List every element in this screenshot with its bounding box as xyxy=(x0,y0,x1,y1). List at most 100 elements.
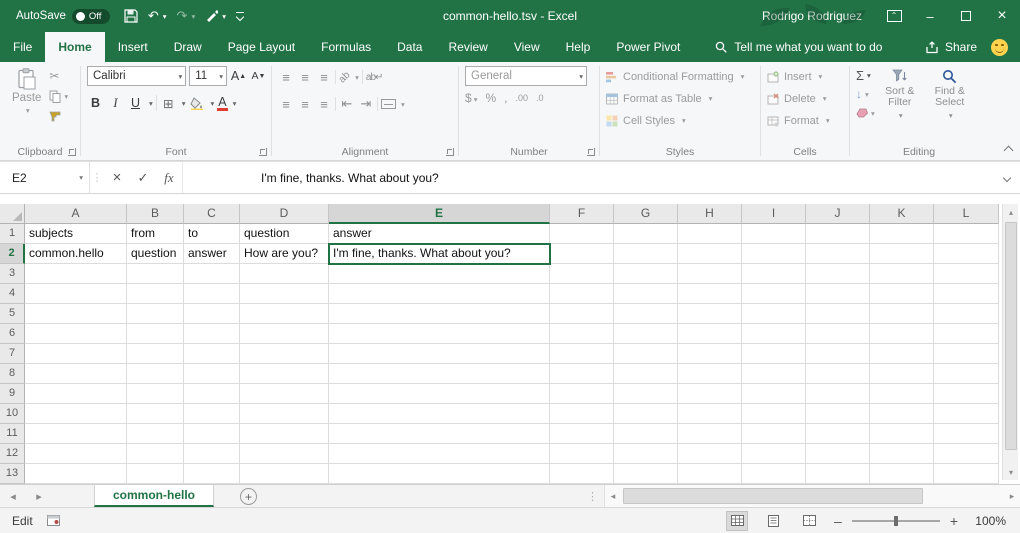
cell-C8[interactable] xyxy=(184,364,240,384)
cell-C10[interactable] xyxy=(184,404,240,424)
cell-E12[interactable] xyxy=(329,444,550,464)
col-header-B[interactable]: B xyxy=(127,204,184,224)
cell-A10[interactable] xyxy=(25,404,127,424)
page-break-preview-button[interactable] xyxy=(798,511,820,531)
cell-I13[interactable] xyxy=(742,464,806,484)
cell-E13[interactable] xyxy=(329,464,550,484)
tab-help[interactable]: Help xyxy=(553,32,604,62)
cell-D5[interactable] xyxy=(240,304,329,324)
normal-view-button[interactable] xyxy=(726,511,748,531)
tell-me-search[interactable]: Tell me what you want to do xyxy=(715,32,882,62)
cell-G10[interactable] xyxy=(614,404,678,424)
cell-A12[interactable] xyxy=(25,444,127,464)
cell-H5[interactable] xyxy=(678,304,742,324)
cell-I1[interactable] xyxy=(742,224,806,244)
cell-I2[interactable] xyxy=(742,244,806,264)
cell-F5[interactable] xyxy=(550,304,614,324)
number-format-select[interactable]: General▾ xyxy=(465,66,587,86)
cell-F12[interactable] xyxy=(550,444,614,464)
borders-dropdown-icon[interactable]: ▾ xyxy=(182,99,186,108)
format-as-table-button[interactable]: Format as Table ▾ xyxy=(606,88,756,109)
cell-G11[interactable] xyxy=(614,424,678,444)
cell-styles-button[interactable]: Cell Styles ▾ xyxy=(606,110,756,131)
cell-E6[interactable] xyxy=(329,324,550,344)
row-header-12[interactable]: 12 xyxy=(0,444,25,464)
cell-A11[interactable] xyxy=(25,424,127,444)
increase-indent-button[interactable]: ⇥ xyxy=(358,96,374,112)
cell-A9[interactable] xyxy=(25,384,127,404)
cell-A5[interactable] xyxy=(25,304,127,324)
underline-button[interactable]: U xyxy=(127,94,144,112)
align-left-button[interactable]: ≡ xyxy=(278,97,294,112)
currency-format-button[interactable]: $▾ xyxy=(465,91,477,105)
zoom-level[interactable]: 100% xyxy=(972,514,1006,528)
cell-G9[interactable] xyxy=(614,384,678,404)
clear-button[interactable]: ▾ xyxy=(856,105,875,121)
orientation-dropdown-icon[interactable]: ▾ xyxy=(355,73,359,82)
enter-entry-button[interactable]: ✓ xyxy=(130,162,156,193)
row-header-7[interactable]: 7 xyxy=(0,344,25,364)
cell-G4[interactable] xyxy=(614,284,678,304)
cell-L5[interactable] xyxy=(934,304,999,324)
collapse-ribbon-icon[interactable] xyxy=(1004,146,1014,156)
col-header-L[interactable]: L xyxy=(934,204,999,224)
cell-A7[interactable] xyxy=(25,344,127,364)
cell-J3[interactable] xyxy=(806,264,870,284)
cell-B8[interactable] xyxy=(127,364,184,384)
font-name-select[interactable]: Calibri▾ xyxy=(87,66,186,86)
cell-L2[interactable] xyxy=(934,244,999,264)
formula-input[interactable]: I'm fine, thanks. What about you? xyxy=(182,162,994,193)
cell-L13[interactable] xyxy=(934,464,999,484)
cell-A8[interactable] xyxy=(25,364,127,384)
vertical-scrollbar-thumb[interactable] xyxy=(1005,222,1017,450)
cell-J10[interactable] xyxy=(806,404,870,424)
cell-L10[interactable] xyxy=(934,404,999,424)
cell-C2[interactable]: answer xyxy=(184,244,240,264)
cell-C13[interactable] xyxy=(184,464,240,484)
cell-H7[interactable] xyxy=(678,344,742,364)
cell-B10[interactable] xyxy=(127,404,184,424)
cell-D2[interactable]: How are you? xyxy=(240,244,329,264)
autosave-switch[interactable]: Off xyxy=(72,9,110,24)
tab-scroll-splitter[interactable]: ⋮ xyxy=(587,485,598,507)
maximize-button[interactable] xyxy=(948,0,984,32)
cell-A1[interactable]: subjects xyxy=(25,224,127,244)
cell-K4[interactable] xyxy=(870,284,934,304)
cell-K5[interactable] xyxy=(870,304,934,324)
bottom-align-button[interactable]: ≡ xyxy=(316,70,332,85)
scroll-right-icon[interactable]: ▸ xyxy=(1004,485,1020,507)
find-select-button[interactable]: Find & Select ▾ xyxy=(925,66,975,121)
row-header-5[interactable]: 5 xyxy=(0,304,25,324)
wrap-text-button[interactable]: ab↵ xyxy=(366,72,383,83)
comma-format-button[interactable]: , xyxy=(504,91,507,105)
cell-D4[interactable] xyxy=(240,284,329,304)
cell-C4[interactable] xyxy=(184,284,240,304)
conditional-formatting-button[interactable]: Conditional Formatting ▾ xyxy=(606,66,756,87)
cell-E7[interactable] xyxy=(329,344,550,364)
scroll-up-icon[interactable]: ▴ xyxy=(1003,204,1019,220)
cell-C5[interactable] xyxy=(184,304,240,324)
cell-C1[interactable]: to xyxy=(184,224,240,244)
col-header-A[interactable]: A xyxy=(25,204,127,224)
cell-F8[interactable] xyxy=(550,364,614,384)
cell-F6[interactable] xyxy=(550,324,614,344)
cell-J1[interactable] xyxy=(806,224,870,244)
cell-J2[interactable] xyxy=(806,244,870,264)
cell-F1[interactable] xyxy=(550,224,614,244)
cell-D12[interactable] xyxy=(240,444,329,464)
cell-G13[interactable] xyxy=(614,464,678,484)
scroll-left-icon[interactable]: ◂ xyxy=(605,485,621,507)
name-box[interactable]: E2 ▾ xyxy=(0,162,90,193)
cell-K13[interactable] xyxy=(870,464,934,484)
cell-G12[interactable] xyxy=(614,444,678,464)
tab-review[interactable]: Review xyxy=(435,32,500,62)
borders-button[interactable]: ⊞ xyxy=(160,94,177,112)
cell-H2[interactable] xyxy=(678,244,742,264)
cell-L7[interactable] xyxy=(934,344,999,364)
cell-D7[interactable] xyxy=(240,344,329,364)
col-header-I[interactable]: I xyxy=(742,204,806,224)
cell-L9[interactable] xyxy=(934,384,999,404)
increase-decimal-button[interactable]: .00 xyxy=(515,93,528,103)
align-right-button[interactable]: ≡ xyxy=(316,97,332,112)
redo-button[interactable]: ↷▾ xyxy=(177,8,196,24)
